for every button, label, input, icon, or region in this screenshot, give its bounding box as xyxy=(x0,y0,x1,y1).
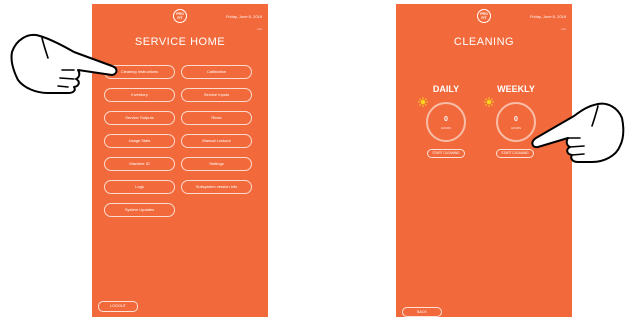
version-label: v1.0 xyxy=(561,28,566,31)
start-daily-cleaning-button[interactable]: START CLEANING xyxy=(427,149,465,158)
brand-logo-icon: PRO FIT xyxy=(173,9,187,23)
sun-icon xyxy=(418,97,428,107)
sun-icon xyxy=(484,97,494,107)
daily-hours-unit: HOURS xyxy=(440,126,452,130)
subsystem-version-info-button[interactable]: Subsystem version info xyxy=(181,180,252,194)
version-label: v1.0 xyxy=(257,28,262,31)
date-label: Friday, June 8, 2018 xyxy=(225,14,262,19)
back-button[interactable]: BACK xyxy=(402,307,442,317)
manual-lockout-button[interactable]: Manual Lockout xyxy=(181,134,252,148)
daily-gauge: 0 HOURS xyxy=(426,102,466,142)
machine-id-button[interactable]: Machine ID xyxy=(104,157,175,171)
daily-label: DAILY xyxy=(432,84,460,94)
page-title: CLEANING xyxy=(453,36,515,48)
rinse-button[interactable]: Rinse xyxy=(181,111,252,125)
usage-stats-button[interactable]: Usage Stats xyxy=(104,134,175,148)
pointing-hand-icon xyxy=(10,34,118,94)
brand-logo-icon: PRO FIT xyxy=(477,9,491,23)
daily-hours-value: 0 xyxy=(444,116,448,123)
calibration-button[interactable]: Calibration xyxy=(181,65,252,79)
top-bar: PRO FIT Friday, June 8, 2018 v1.0 xyxy=(396,4,572,31)
date-label: Friday, June 8, 2018 xyxy=(529,14,566,19)
weekly-label: WEEKLY xyxy=(497,84,535,94)
logs-button[interactable]: Logs xyxy=(104,180,175,194)
system-updates-button[interactable]: System Updates xyxy=(104,203,175,217)
pointing-hand-icon xyxy=(531,102,625,163)
service-inputs-button[interactable]: Service Inputs xyxy=(181,88,252,102)
settings-button[interactable]: Settings xyxy=(181,157,252,171)
logout-button[interactable]: LOGOUT xyxy=(98,301,138,312)
service-outputs-button[interactable]: Service Outputs xyxy=(104,111,175,125)
